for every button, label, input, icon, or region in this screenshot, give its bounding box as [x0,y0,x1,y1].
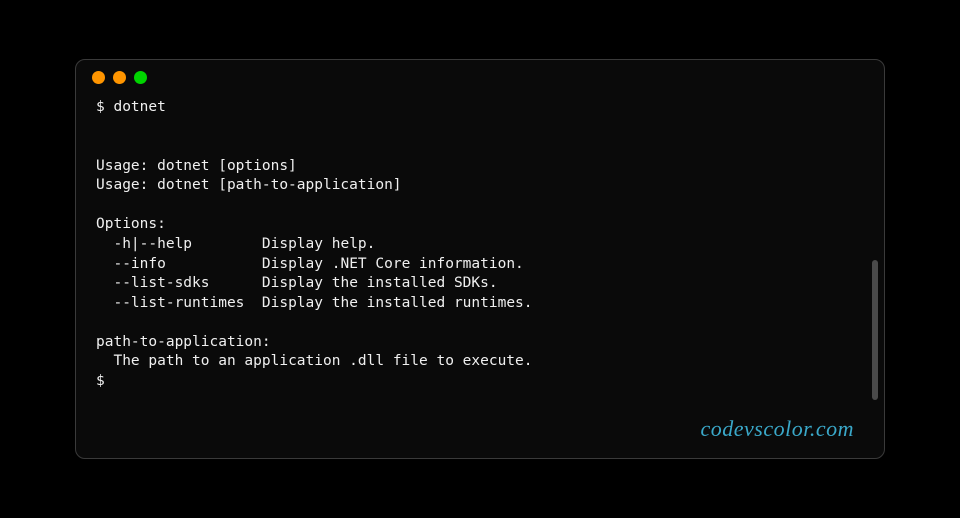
titlebar [76,60,884,94]
watermark: codevscolor.com [700,416,854,442]
options-header: Options: [96,216,166,232]
terminal-window: $ dotnet Usage: dotnet [options] Usage: … [75,59,885,459]
close-icon[interactable] [92,71,105,84]
option-desc: Display the installed runtimes. [262,295,533,311]
option-flag: --info [113,256,165,272]
prompt: $ [96,99,105,115]
option-desc: Display help. [262,236,376,252]
command-text: dotnet [113,99,165,115]
option-flag: --list-sdks [113,275,209,291]
option-flag: -h|--help [113,236,192,252]
blank-line [96,314,105,330]
option-row: --list-sdks Display the installed SDKs. [96,275,498,291]
option-row: --list-runtimes Display the installed ru… [96,295,533,311]
path-desc: The path to an application .dll file to … [113,353,532,369]
blank-line [96,197,105,213]
option-desc: Display .NET Core information. [262,256,524,272]
option-row: --info Display .NET Core information. [96,256,524,272]
scrollbar[interactable] [872,260,878,400]
option-flag: --list-runtimes [113,295,244,311]
command-line: $ dotnet [96,98,864,118]
usage-line-2: Usage: dotnet [path-to-application] [96,177,402,193]
blank-line [96,138,105,154]
option-desc: Display the installed SDKs. [262,275,498,291]
option-row: -h|--help Display help. [96,236,375,252]
maximize-icon[interactable] [134,71,147,84]
terminal-body[interactable]: $ dotnet Usage: dotnet [options] Usage: … [76,94,884,411]
final-prompt: $ [96,373,105,389]
usage-line-1: Usage: dotnet [options] [96,158,297,174]
minimize-icon[interactable] [113,71,126,84]
path-desc-line: The path to an application .dll file to … [96,353,533,369]
path-header: path-to-application: [96,334,271,350]
